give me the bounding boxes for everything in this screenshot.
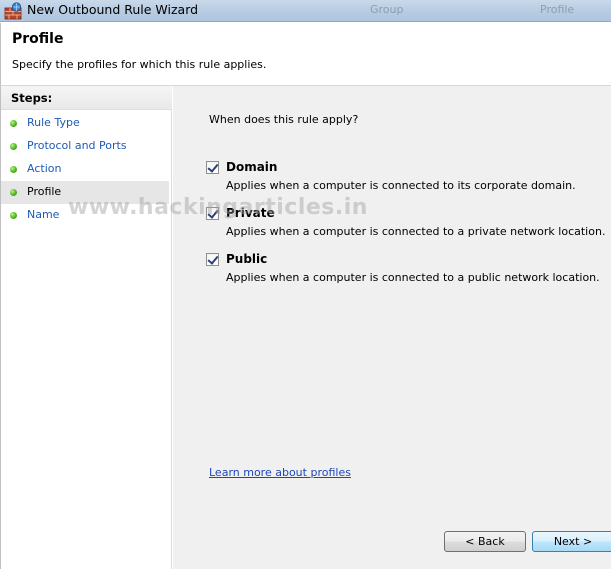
steps-heading: Steps: — [1, 86, 172, 110]
public-checkbox[interactable] — [206, 253, 219, 266]
background-column-profile: Profile — [540, 3, 575, 16]
option-title[interactable]: Public — [226, 252, 267, 266]
watermark-text: www.hackingarticles.in — [68, 195, 368, 220]
step-rule-type[interactable]: Rule Type — [1, 112, 169, 135]
firewall-icon — [4, 2, 22, 20]
option-description: Applies when a computer is connected to … — [226, 225, 606, 238]
domain-checkbox[interactable] — [206, 161, 219, 174]
option-description: Applies when a computer is connected to … — [226, 271, 600, 284]
page-title: Profile — [12, 31, 64, 47]
step-action[interactable]: Action — [1, 158, 169, 181]
page-description: Specify the profiles for which this rule… — [12, 58, 267, 71]
step-complete-dot-icon — [10, 143, 17, 150]
wizard-header: Profile Specify the profiles for which t… — [0, 23, 611, 86]
step-label[interactable]: Rule Type — [27, 116, 80, 129]
step-label: Profile — [27, 185, 62, 198]
window-title: New Outbound Rule Wizard — [27, 2, 199, 17]
learn-more-link[interactable]: Learn more about profiles — [209, 466, 351, 479]
back-button[interactable]: < Back — [444, 531, 526, 552]
content-panel: When does this rule apply? Domain Applie… — [173, 86, 611, 569]
step-current-dot-icon — [10, 189, 17, 196]
step-complete-dot-icon — [10, 166, 17, 173]
wizard-window: New Outbound Rule Wizard Group Profile P… — [0, 0, 611, 569]
step-pending-dot-icon — [10, 212, 17, 219]
title-bar[interactable]: New Outbound Rule Wizard Group Profile — [0, 0, 611, 22]
step-label[interactable]: Action — [27, 162, 61, 175]
option-title[interactable]: Domain — [226, 160, 277, 174]
background-column-group: Group — [370, 3, 404, 16]
steps-pane: Steps: Rule Type Protocol and Ports Acti… — [0, 86, 172, 569]
next-button[interactable]: Next > — [532, 531, 611, 552]
step-complete-dot-icon — [10, 120, 17, 127]
question-label: When does this rule apply? — [209, 113, 359, 126]
step-label[interactable]: Name — [27, 208, 59, 221]
step-protocol-and-ports[interactable]: Protocol and Ports — [1, 135, 169, 158]
option-description: Applies when a computer is connected to … — [226, 179, 576, 192]
step-label[interactable]: Protocol and Ports — [27, 139, 127, 152]
steps-heading-label: Steps: — [11, 91, 53, 105]
